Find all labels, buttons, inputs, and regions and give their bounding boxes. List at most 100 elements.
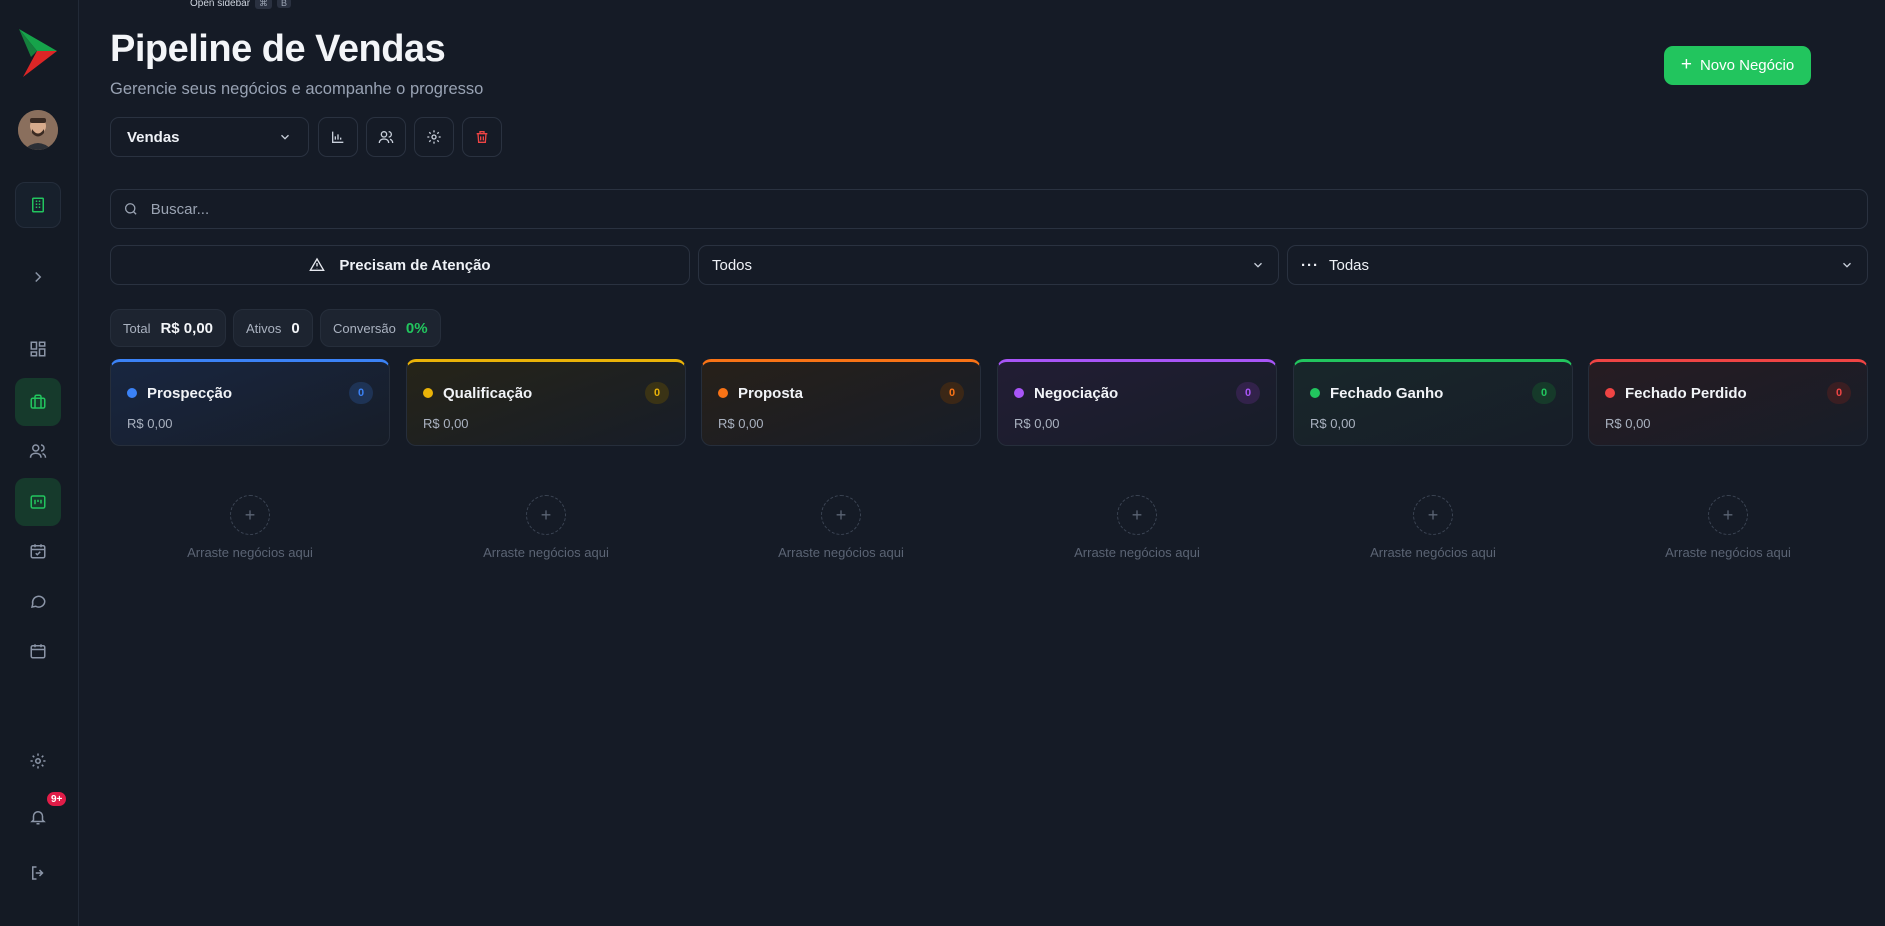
column-amount: R$ 0,00 xyxy=(1605,416,1651,431)
users-icon[interactable] xyxy=(366,117,406,157)
sidebar: 9+ xyxy=(0,0,79,926)
tooltip: Open sidebar ⌘ B xyxy=(190,0,292,10)
search-icon xyxy=(124,203,137,215)
column-amount: R$ 0,00 xyxy=(718,416,764,431)
settings-icon[interactable] xyxy=(15,738,61,784)
column-amount: R$ 0,00 xyxy=(1014,416,1060,431)
status-filter-select[interactable]: Todos xyxy=(698,245,1279,285)
status-dot xyxy=(423,388,433,398)
column-title: Qualificação xyxy=(443,384,533,402)
column-amount: R$ 0,00 xyxy=(1310,416,1356,431)
kanban-column: Negociação 0 R$ 0,00 + Arraste negócios … xyxy=(997,359,1277,560)
kanban-column: Prospecção 0 R$ 0,00 + Arraste negócios … xyxy=(110,359,390,560)
chevron-right-icon[interactable] xyxy=(15,254,61,300)
status-dot xyxy=(127,388,137,398)
drop-zone[interactable]: + Arraste negócios aqui xyxy=(110,495,390,560)
stat-total-label: Total xyxy=(123,320,151,336)
stat-conversion: Conversão 0% xyxy=(320,309,441,347)
column-count-badge: 0 xyxy=(1236,382,1260,404)
building-icon[interactable] xyxy=(15,182,61,228)
status-dot xyxy=(1605,388,1615,398)
stat-active: Ativos 0 xyxy=(233,309,313,347)
search-input[interactable] xyxy=(150,200,1855,218)
dashboard-icon[interactable] xyxy=(15,326,61,372)
calendar-check-icon[interactable] xyxy=(15,528,61,574)
gear-icon[interactable] xyxy=(414,117,454,157)
plus-icon: + xyxy=(1680,54,1692,75)
kbd-key: B xyxy=(277,0,292,8)
warning-icon xyxy=(309,257,326,271)
page-subtitle: Gerencie seus negócios e acompanhe o pro… xyxy=(110,80,484,98)
status-dot xyxy=(1310,388,1320,398)
column-count-badge: 0 xyxy=(349,382,373,404)
column-amount: R$ 0,00 xyxy=(423,416,469,431)
add-deal-icon[interactable]: + xyxy=(1413,495,1453,535)
priority-filter-select[interactable]: ··· Todas xyxy=(1287,245,1868,285)
add-deal-icon[interactable]: + xyxy=(526,495,566,535)
status-filter-value: Todos xyxy=(712,256,753,274)
column-header: Prospecção 0 R$ 0,00 xyxy=(110,359,390,446)
column-count-badge: 0 xyxy=(645,382,669,404)
drop-zone[interactable]: + Arraste negócios aqui xyxy=(997,495,1277,560)
tooltip-text: Open sidebar xyxy=(190,0,251,9)
avatar[interactable] xyxy=(18,110,58,150)
status-dot xyxy=(718,388,728,398)
stat-active-label: Ativos xyxy=(246,320,282,336)
stat-total-value: R$ 0,00 xyxy=(160,319,214,337)
kanban-column: Qualificação 0 R$ 0,00 + Arraste negócio… xyxy=(406,359,686,560)
priority-filter-value: Todas xyxy=(1329,256,1370,274)
new-deal-label: Novo Negócio xyxy=(1699,57,1795,74)
attention-filter-button[interactable]: Precisam de Atenção xyxy=(110,245,690,285)
drop-zone[interactable]: + Arraste negócios aqui xyxy=(701,495,981,560)
bar-chart-icon[interactable] xyxy=(318,117,358,157)
column-count-badge: 0 xyxy=(940,382,964,404)
chevron-down-icon xyxy=(281,134,289,140)
briefcase-icon[interactable] xyxy=(15,378,61,426)
notifications-badge: 9+ xyxy=(45,790,69,808)
column-title: Fechado Ganho xyxy=(1330,384,1444,402)
chat-icon[interactable] xyxy=(15,578,61,624)
page-title: Pipeline de Vendas xyxy=(110,28,446,70)
status-dot xyxy=(1014,388,1024,398)
add-deal-icon[interactable]: + xyxy=(821,495,861,535)
stat-conversion-label: Conversão xyxy=(333,320,396,336)
kanban-column: Fechado Perdido 0 R$ 0,00 + Arraste negó… xyxy=(1588,359,1868,560)
column-header: Proposta 0 R$ 0,00 xyxy=(701,359,981,446)
column-header: Fechado Ganho 0 R$ 0,00 xyxy=(1293,359,1573,446)
new-deal-button[interactable]: + Novo Negócio xyxy=(1664,46,1811,85)
trash-icon[interactable] xyxy=(462,117,502,157)
column-header: Fechado Perdido 0 R$ 0,00 xyxy=(1588,359,1868,446)
chevron-down-icon xyxy=(1843,262,1851,268)
add-deal-icon[interactable]: + xyxy=(230,495,270,535)
pipeline-select-value: Vendas xyxy=(127,128,180,146)
app-logo[interactable] xyxy=(17,27,61,79)
drop-zone[interactable]: + Arraste negócios aqui xyxy=(1588,495,1868,560)
drop-zone-label: Arraste negócios aqui xyxy=(483,545,609,560)
users-icon[interactable] xyxy=(15,428,61,474)
kanban-column: Proposta 0 R$ 0,00 + Arraste negócios aq… xyxy=(701,359,981,560)
drop-zone[interactable]: + Arraste negócios aqui xyxy=(406,495,686,560)
chevron-down-icon xyxy=(1254,262,1262,268)
drop-zone-label: Arraste negócios aqui xyxy=(1370,545,1496,560)
add-deal-icon[interactable]: + xyxy=(1708,495,1748,535)
drop-zone-label: Arraste negócios aqui xyxy=(1665,545,1791,560)
drop-zone-label: Arraste negócios aqui xyxy=(1074,545,1200,560)
stat-conversion-value: 0% xyxy=(405,319,428,337)
column-header: Qualificação 0 R$ 0,00 xyxy=(406,359,686,446)
kanban-column: Fechado Ganho 0 R$ 0,00 + Arraste negóci… xyxy=(1293,359,1573,560)
calendar-icon[interactable] xyxy=(15,628,61,674)
column-amount: R$ 0,00 xyxy=(127,416,173,431)
pipeline-icon[interactable] xyxy=(15,478,61,526)
column-count-badge: 0 xyxy=(1827,382,1851,404)
drop-zone-label: Arraste negócios aqui xyxy=(187,545,313,560)
logout-icon[interactable] xyxy=(15,850,61,896)
pipeline-select[interactable]: Vendas xyxy=(110,117,309,157)
column-title: Prospecção xyxy=(147,384,233,402)
attention-filter-label: Precisam de Atenção xyxy=(339,256,491,274)
add-deal-icon[interactable]: + xyxy=(1117,495,1157,535)
kbd-key: ⌘ xyxy=(255,0,273,9)
column-title: Fechado Perdido xyxy=(1625,384,1747,402)
drop-zone[interactable]: + Arraste negócios aqui xyxy=(1293,495,1573,560)
drop-zone-label: Arraste negócios aqui xyxy=(778,545,904,560)
stat-total: Total R$ 0,00 xyxy=(110,309,227,347)
